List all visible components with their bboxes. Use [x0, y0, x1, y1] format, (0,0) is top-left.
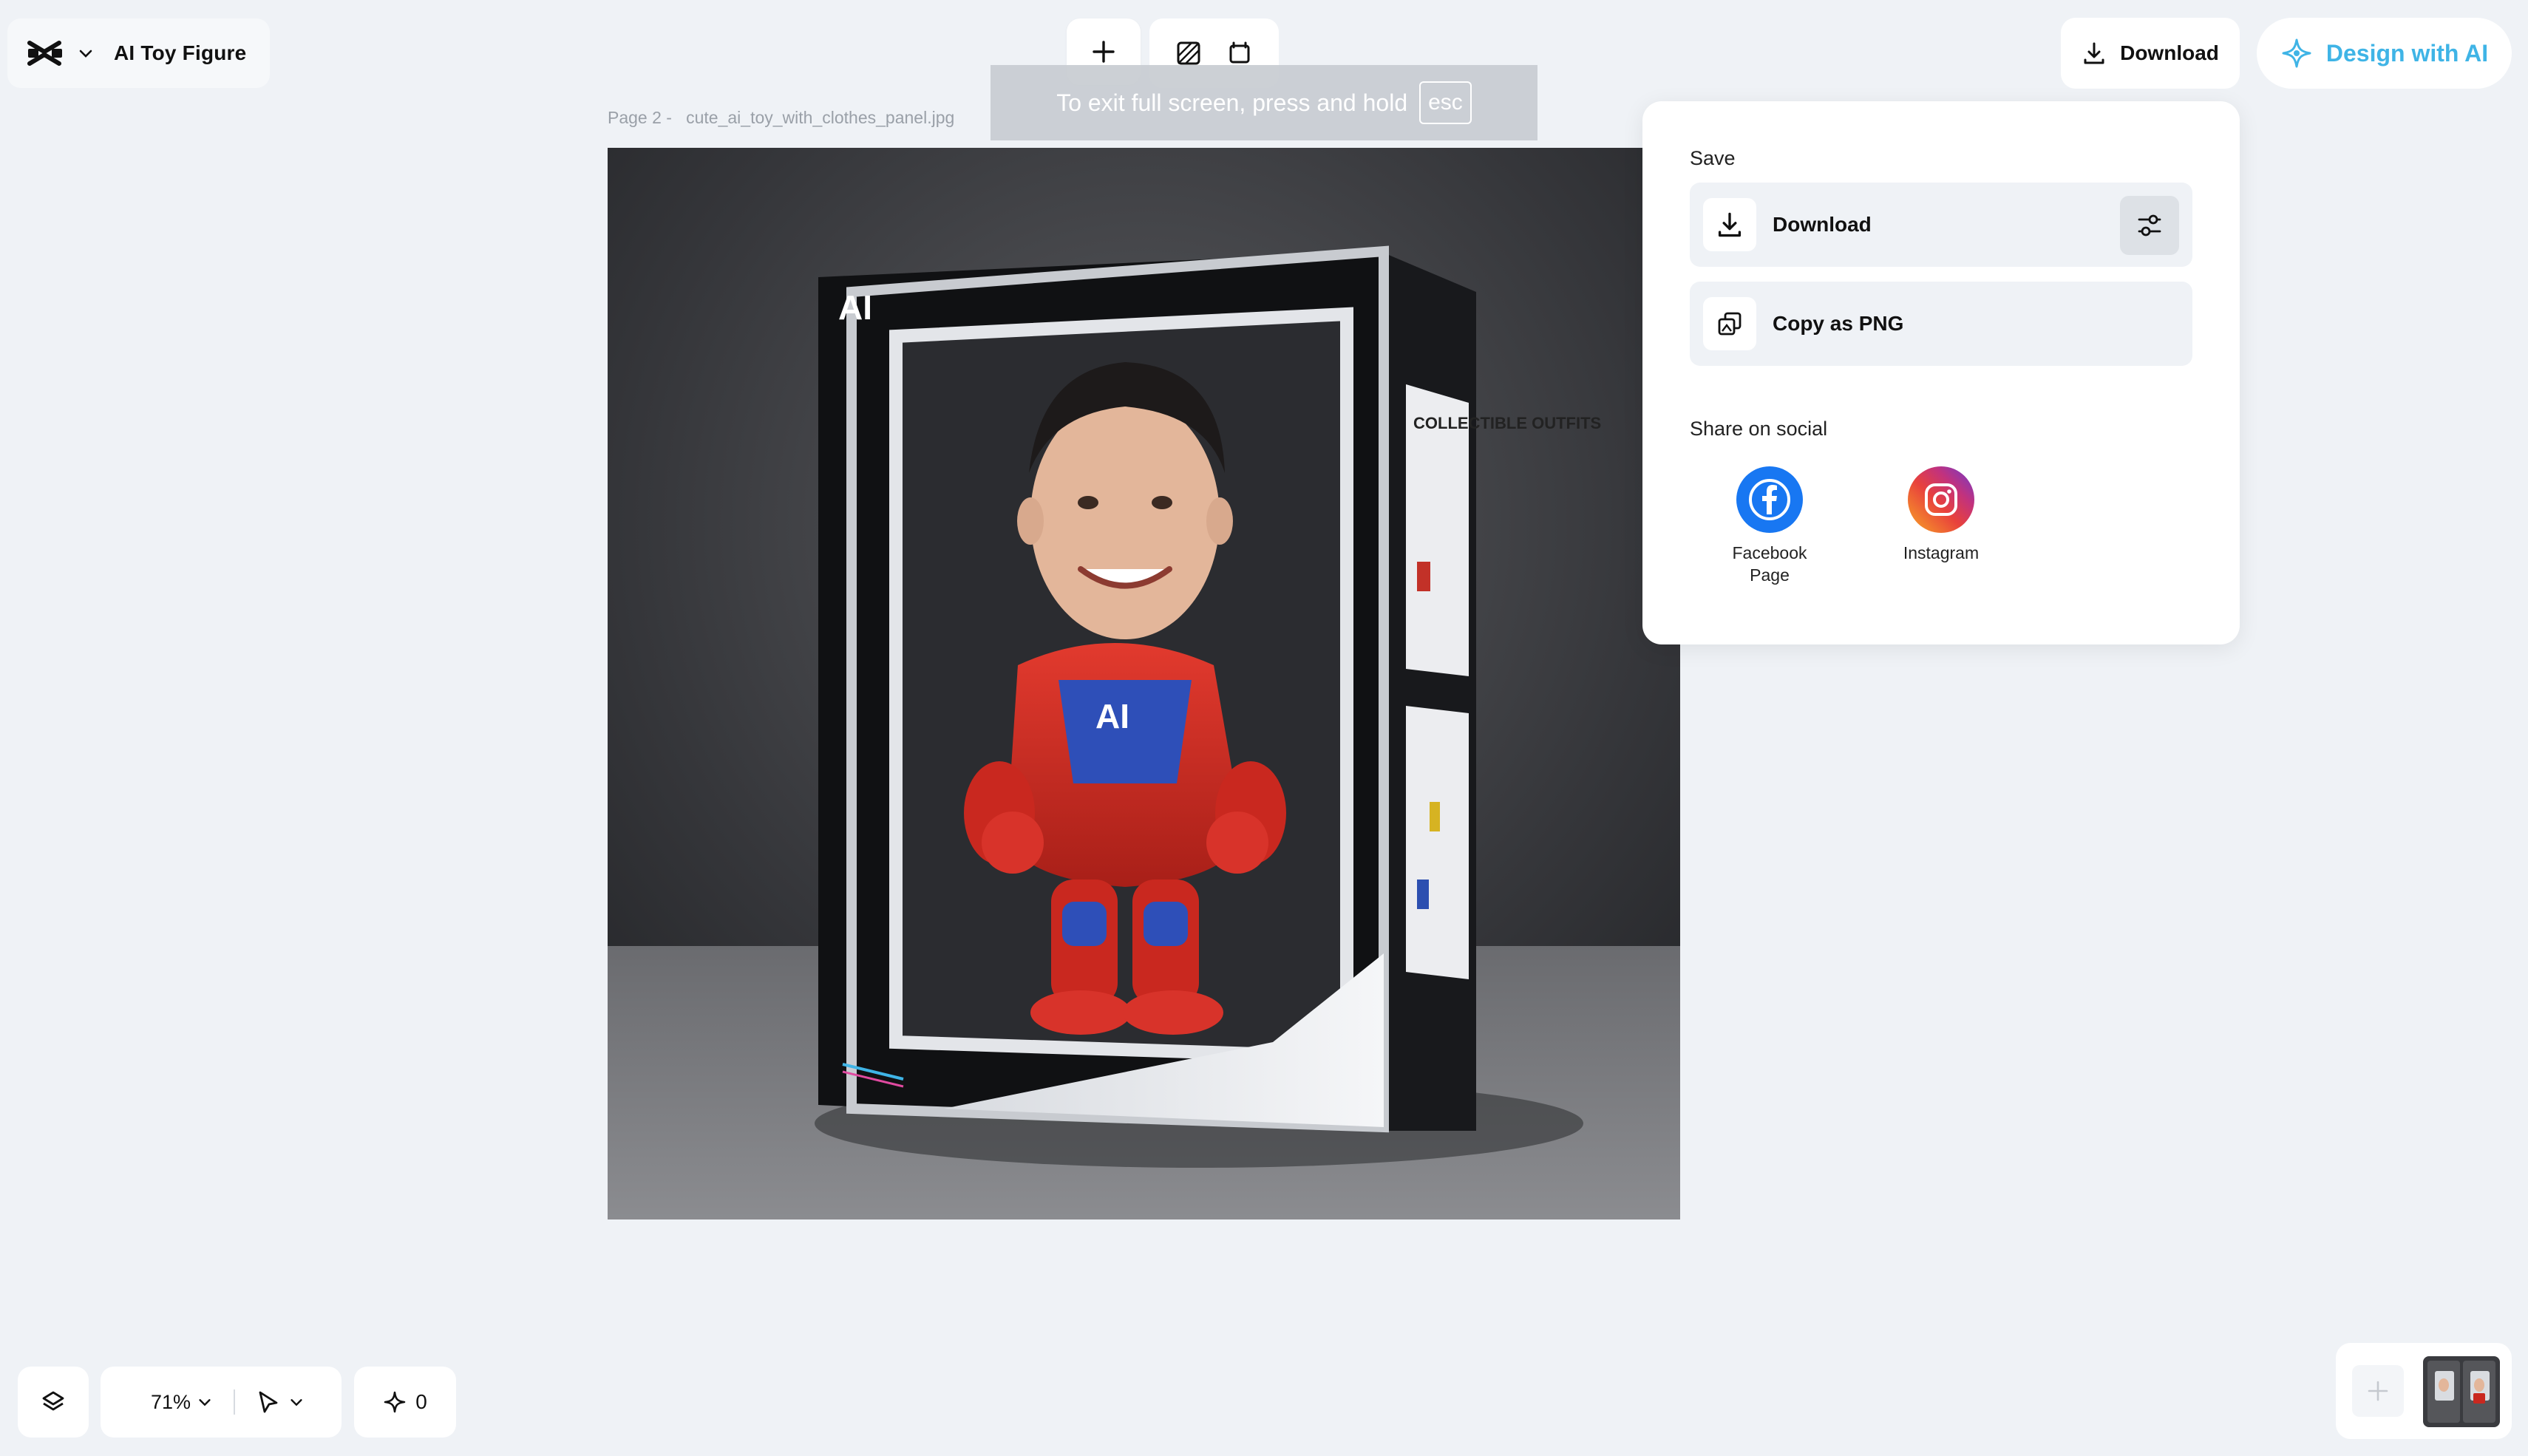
- design-with-ai-button[interactable]: Design with AI: [2257, 18, 2512, 89]
- canvas-image[interactable]: COLLECTIBLE OUTFITS AI AI: [608, 148, 1680, 1219]
- save-section-title: Save: [1690, 147, 1736, 169]
- credits-count: 0: [415, 1390, 427, 1413]
- pages-panel: [2336, 1343, 2512, 1439]
- copy-png-label: Copy as PNG: [1773, 312, 1904, 335]
- layers-button[interactable]: [18, 1367, 89, 1438]
- plus-icon: [2368, 1381, 2388, 1401]
- copy-icon: [1703, 297, 1756, 350]
- download-button[interactable]: Download: [2061, 18, 2240, 89]
- copy-png-option[interactable]: Copy as PNG: [1690, 282, 2192, 366]
- download-icon: [1703, 198, 1756, 251]
- page-thumbnail-1[interactable]: [2427, 1361, 2460, 1423]
- facebook-label-line2: Page: [1750, 565, 1790, 585]
- page-number: Page 2 -: [608, 108, 672, 127]
- sparkle-icon: [384, 1391, 406, 1413]
- zoom-chevron-icon[interactable]: [197, 1394, 213, 1410]
- download-icon: [2084, 42, 2104, 64]
- download-settings-button[interactable]: [2120, 196, 2179, 255]
- project-title[interactable]: AI Toy Figure: [114, 41, 246, 65]
- toast-message: To exit full screen, press and hold: [1056, 89, 1408, 116]
- project-menu[interactable]: AI Toy Figure: [7, 18, 270, 88]
- download-option[interactable]: Download: [1690, 183, 2192, 267]
- resize-icon[interactable]: [1226, 40, 1253, 67]
- ai-sparkle-icon: [2282, 38, 2311, 68]
- instagram-label: Instagram: [1903, 543, 1980, 562]
- zoom-level[interactable]: 71%: [151, 1391, 191, 1414]
- facebook-label-line1: Facebook: [1732, 543, 1807, 562]
- background-remove-icon[interactable]: [1175, 40, 1202, 67]
- download-panel: Save Download Copy as PNG Share on socia: [1642, 101, 2240, 644]
- page-thumbnails[interactable]: [2423, 1356, 2500, 1427]
- pointer-chevron-icon[interactable]: [288, 1394, 305, 1410]
- chest-logo-text: AI: [1095, 697, 1129, 735]
- file-name: cute_ai_toy_with_clothes_panel.jpg: [686, 108, 955, 127]
- design-with-ai-label: Design with AI: [2325, 39, 2489, 67]
- collectible-outfits-text: COLLECTIBLE OUTFITS: [1413, 414, 1601, 432]
- instagram-icon: [1908, 466, 1974, 533]
- share-section-title: Share on social: [1690, 418, 1828, 440]
- page-thumbnail-2[interactable]: [2463, 1361, 2495, 1423]
- facebook-icon: [1736, 466, 1803, 533]
- layers-icon: [42, 1391, 64, 1411]
- download-label: Download: [2120, 41, 2219, 64]
- fullscreen-toast: To exit full screen, press and hold esc: [991, 65, 1537, 140]
- page-label: Page 2 - cute_ai_toy_with_clothes_panel.…: [608, 108, 954, 128]
- pointer-tool-icon[interactable]: [256, 1389, 281, 1415]
- toy-figure-image: COLLECTIBLE OUTFITS AI AI: [608, 148, 1680, 1219]
- download-option-label: Download: [1773, 213, 1872, 236]
- box-logo-text: AI: [838, 288, 872, 327]
- chevron-down-icon[interactable]: [77, 44, 95, 62]
- plus-icon: [1093, 41, 1115, 63]
- facebook-share-button[interactable]: Facebook Page: [1696, 466, 1844, 586]
- credits-button[interactable]: 0: [354, 1367, 456, 1438]
- instagram-share-button[interactable]: Instagram: [1867, 466, 2015, 564]
- divider: [234, 1389, 236, 1415]
- add-page-button[interactable]: [2352, 1365, 2404, 1417]
- capcut-logo-icon: [27, 41, 62, 66]
- sliders-icon: [2138, 214, 2161, 237]
- zoom-controls: 71%: [101, 1367, 342, 1438]
- esc-key: esc: [1419, 81, 1472, 124]
